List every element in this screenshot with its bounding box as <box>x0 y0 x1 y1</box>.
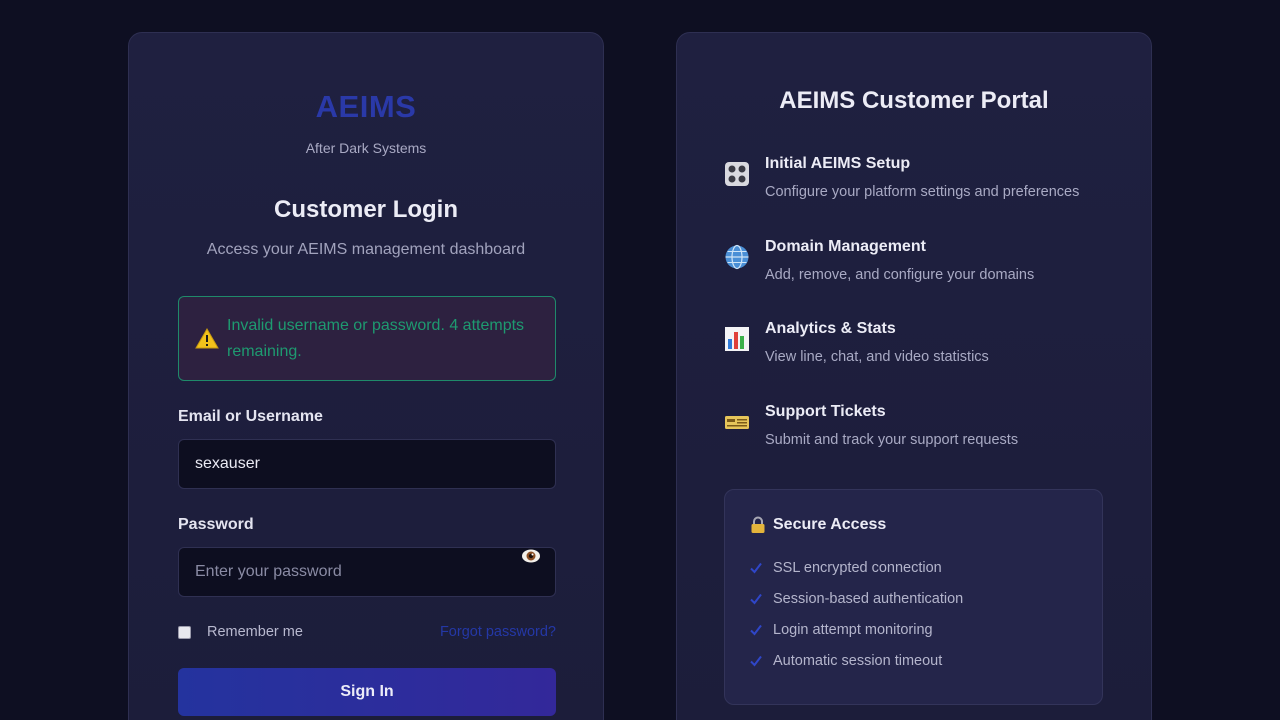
email-label: Email or Username <box>178 408 323 425</box>
feature-title: Analytics & Stats <box>765 320 896 337</box>
feature-title: Initial AEIMS Setup <box>765 155 911 172</box>
secure-item-label: Session-based authentication <box>773 591 964 607</box>
login-title: Customer Login <box>274 196 458 223</box>
feature-desc: View line, chat, and video statistics <box>765 349 989 365</box>
portal-title: AEIMS Customer Portal <box>779 87 1049 114</box>
secure-item-label: Login attempt monitoring <box>773 622 933 638</box>
error-alert: Invalid username or password. 4 attempts… <box>178 296 556 381</box>
secure-item: Automatic session timeout <box>749 653 942 669</box>
lock-icon <box>751 516 765 533</box>
check-icon <box>750 624 762 636</box>
feature-title: Support Tickets <box>765 403 886 420</box>
password-field[interactable] <box>178 547 556 597</box>
secure-item: Login attempt monitoring <box>749 622 933 638</box>
eye-icon[interactable] <box>521 548 541 564</box>
bar-chart-icon <box>725 327 749 351</box>
brand-subtitle: After Dark Systems <box>305 140 427 156</box>
secure-access-box: Secure Access SSL encrypted connection S… <box>724 489 1103 705</box>
alert-message: Invalid username or password. 4 attempts… <box>227 316 525 360</box>
ticket-icon <box>725 416 749 429</box>
secure-item-label: Automatic session timeout <box>773 653 943 669</box>
control-panel-icon <box>725 162 749 186</box>
portal-info-card: AEIMS Customer Portal Initial AEIMS Setu… <box>676 32 1152 720</box>
forgot-password-link[interactable]: Forgot password? <box>440 624 556 640</box>
secure-item: Session-based authentication <box>749 591 963 607</box>
feature-support: Support Tickets Submit and track your su… <box>724 403 1124 463</box>
feature-title: Domain Management <box>765 238 926 255</box>
warning-icon <box>195 327 219 348</box>
email-field[interactable] <box>178 439 556 489</box>
login-card: AEIMS After Dark Systems Customer Login … <box>128 32 604 720</box>
login-subtitle: Access your AEIMS management dashboard <box>206 241 526 258</box>
remember-checkbox[interactable] <box>178 626 191 639</box>
secure-item-label: SSL encrypted connection <box>773 560 942 576</box>
feature-domain: Domain Management Add, remove, and confi… <box>724 238 1124 298</box>
feature-analytics: Analytics & Stats View line, chat, and v… <box>724 320 1124 380</box>
secure-title: Secure Access <box>749 516 886 534</box>
check-icon <box>750 562 762 574</box>
remember-label[interactable]: Remember me <box>207 624 303 640</box>
feature-setup: Initial AEIMS Setup Configure your platf… <box>724 155 1124 215</box>
feature-desc: Configure your platform settings and pre… <box>765 184 1080 200</box>
secure-item: SSL encrypted connection <box>749 560 942 576</box>
check-icon <box>750 655 762 667</box>
feature-desc: Submit and track your support requests <box>765 432 1019 448</box>
secure-title-text: Secure Access <box>773 516 887 533</box>
remember-row: Remember me Forgot password? <box>178 624 556 642</box>
brand-logo-text: AEIMS <box>315 89 417 124</box>
globe-icon <box>725 244 749 270</box>
sign-in-button[interactable]: Sign In <box>178 668 556 716</box>
check-icon <box>750 593 762 605</box>
feature-desc: Add, remove, and configure your domains <box>765 267 1035 283</box>
password-label: Password <box>178 516 254 533</box>
